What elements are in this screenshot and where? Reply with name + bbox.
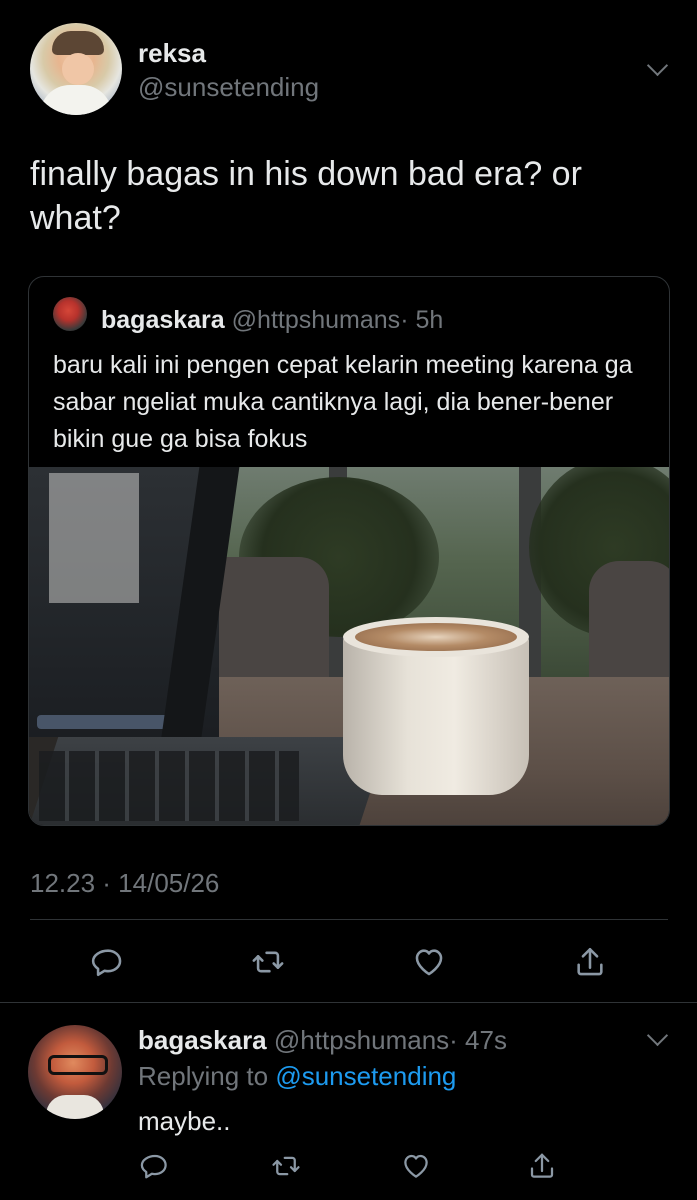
quoted-author-handle: @httpshumans	[231, 306, 401, 334]
reply-button[interactable]	[88, 942, 128, 982]
reply-text: maybe..	[138, 1106, 231, 1136]
quoted-tweet-text: baru kali ini pengen cepat kelarin meeti…	[53, 351, 633, 453]
quoted-tweet-photo[interactable]	[29, 467, 669, 825]
reply-author-avatar[interactable]	[28, 1025, 122, 1119]
chevron-down-icon[interactable]	[646, 1024, 669, 1047]
share-icon	[577, 947, 603, 976]
reply-author-row: bagaskara @httpshumans· 47s	[138, 1024, 507, 1056]
author-avatar[interactable]	[30, 23, 122, 115]
quoted-author-avatar	[53, 297, 87, 331]
quoted-tweet-card[interactable]: bagaskara @httpshumans· 5h baru kali ini…	[28, 276, 670, 826]
replying-to-mention[interactable]: @sunsetending	[275, 1061, 456, 1091]
author-handle[interactable]: @sunsetending	[138, 72, 319, 103]
author-name[interactable]: reksa	[138, 38, 206, 69]
retweet-icon	[252, 951, 284, 973]
reply-author-name[interactable]: bagaskara	[138, 1025, 267, 1055]
like-button[interactable]	[409, 942, 449, 982]
replying-to-row: Replying to @sunsetending	[138, 1060, 456, 1092]
retweet-button[interactable]	[248, 942, 288, 982]
share-button[interactable]	[570, 942, 610, 982]
photo-laptop-document	[49, 473, 139, 603]
photo-coffee-latte-art	[355, 623, 517, 651]
reply-author-handle[interactable]: @httpshumans	[274, 1025, 449, 1055]
divider	[30, 919, 668, 920]
quoted-author-row: bagaskara @httpshumans· 5h	[101, 305, 443, 335]
divider	[0, 1002, 697, 1003]
reply-reply-button[interactable]	[135, 1146, 175, 1186]
reply-time: · 47s	[449, 1025, 507, 1055]
reply-retweet-button[interactable]	[266, 1146, 306, 1186]
photo-keys	[39, 751, 299, 821]
reply-like-button[interactable]	[396, 1146, 436, 1186]
share-icon	[530, 1153, 554, 1178]
tweet-timestamp[interactable]: 12.23 · 14/05/26	[30, 868, 219, 899]
chevron-down-icon[interactable]	[646, 54, 669, 77]
reply-icon	[140, 1154, 167, 1179]
retweet-icon	[272, 1156, 300, 1176]
heart-icon	[404, 1154, 428, 1178]
reply-icon	[91, 949, 122, 977]
photo-coffee-cup	[343, 635, 529, 795]
reply-share-button[interactable]	[522, 1146, 562, 1186]
tweet-text: finally bagas in his down bad era? or wh…	[30, 155, 582, 237]
heart-icon	[415, 949, 443, 976]
quoted-author-name: bagaskara	[101, 306, 225, 334]
replying-to-label: Replying to	[138, 1061, 269, 1091]
quoted-tweet-time: · 5h	[400, 306, 444, 334]
